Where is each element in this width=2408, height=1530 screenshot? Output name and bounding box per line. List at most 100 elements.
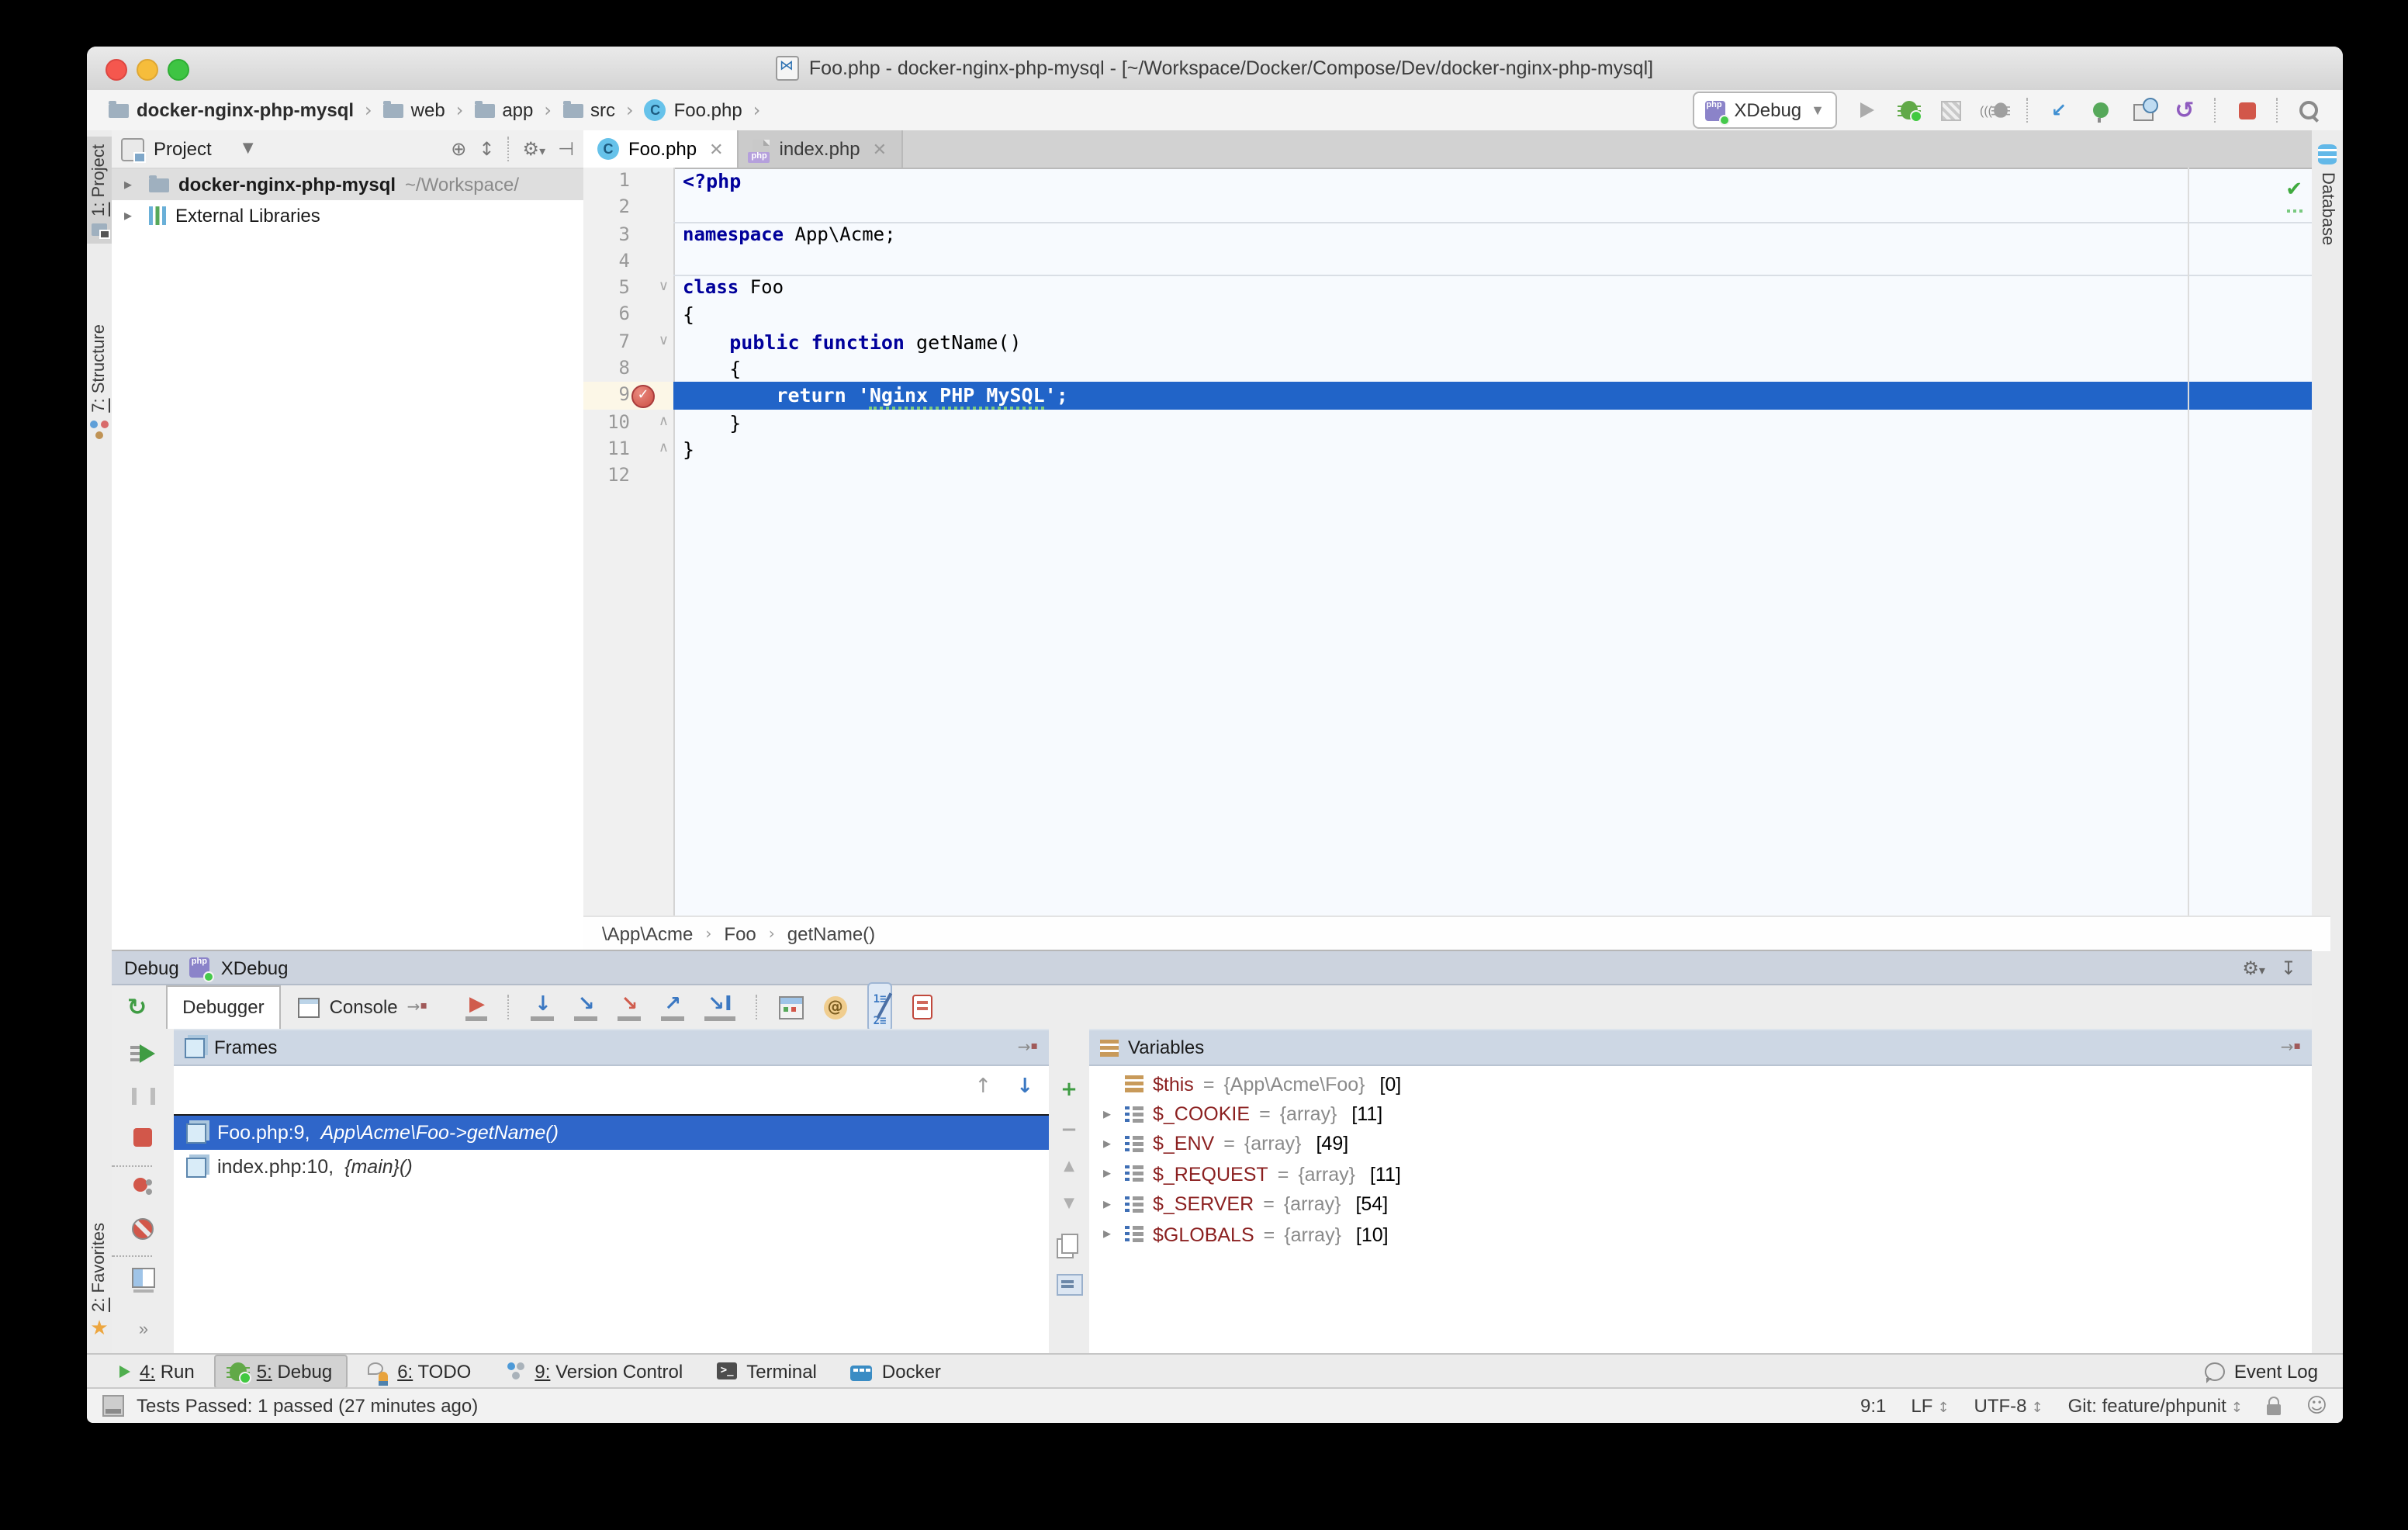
start-listening-button[interactable]: ((( — [1980, 96, 2009, 124]
code-line[interactable]: } — [673, 436, 2312, 463]
tool-window-tab-run[interactable]: 4: Run — [106, 1355, 209, 1386]
pause-button[interactable] — [112, 1088, 174, 1105]
stop-button[interactable] — [112, 1128, 174, 1147]
breadcrumb-item[interactable]: app — [471, 98, 536, 123]
view-breakpoints-button[interactable] — [913, 995, 933, 1019]
expand-arrow-icon[interactable]: ▸ — [124, 207, 140, 224]
code-line[interactable]: { — [673, 355, 2312, 382]
event-log-button[interactable]: Event Log — [2205, 1360, 2343, 1382]
show-execution-point-button[interactable]: ▶ — [466, 994, 488, 1020]
fold-marker-icon[interactable]: ∨ — [659, 276, 669, 298]
update-project-button[interactable]: ↙ — [2046, 96, 2071, 124]
step-over-button[interactable]: ↓ — [531, 994, 555, 1020]
float-panel-icon[interactable]: → — [1018, 1039, 1038, 1056]
gutter-line[interactable]: 12 — [583, 463, 673, 490]
rollback-button[interactable]: ↺ — [2172, 96, 2197, 124]
locate-file-button[interactable]: ⊕ — [451, 138, 466, 160]
search-everywhere-button[interactable] — [2296, 96, 2321, 124]
stop-button[interactable] — [2234, 96, 2259, 124]
view-breakpoints-button[interactable] — [112, 1178, 174, 1196]
gutter-line[interactable]: 9✓ — [583, 382, 673, 410]
breakpoint-icon[interactable]: ✓ — [631, 386, 655, 409]
caret-position[interactable]: 9:1 — [1860, 1395, 1886, 1417]
previous-frame-button[interactable]: ↑ — [974, 1075, 991, 1099]
mute-breakpoints-button[interactable] — [112, 1218, 174, 1240]
tab-console[interactable]: Console → — [282, 985, 445, 1030]
gutter-line[interactable]: 8 — [583, 355, 673, 382]
expand-arrow-icon[interactable]: ▸ — [1098, 1226, 1116, 1243]
gutter-line[interactable]: 1 — [583, 168, 673, 195]
sidebar-tab-project[interactable]: 1: Project — [87, 137, 112, 244]
expand-arrow-icon[interactable]: ▸ — [124, 176, 140, 193]
code-line[interactable]: namespace App\Acme; — [673, 221, 2312, 248]
expand-arrow-icon[interactable]: ▸ — [1098, 1136, 1116, 1153]
tool-window-tab-debug[interactable]: 5: Debug — [215, 1354, 348, 1388]
highlighting-level-icon[interactable]: ☺ — [2306, 1394, 2327, 1418]
gutter-line[interactable]: 10∧ — [583, 409, 673, 436]
line-ending-select[interactable]: LF — [1911, 1395, 1949, 1417]
tool-window-tab-docker[interactable]: Docker — [837, 1355, 955, 1386]
step-out-button[interactable]: ↗ — [661, 994, 684, 1020]
move-up-button[interactable]: ▲ — [1049, 1159, 1089, 1175]
breadcrumb-item[interactable]: src — [559, 98, 618, 123]
frame-row[interactable]: Foo.php:9,App\Acme\Foo->getName() — [174, 1114, 1049, 1150]
typo-marker-icon[interactable] — [2287, 205, 2302, 213]
status-message[interactable]: Tests Passed: 1 passed (27 minutes ago) — [137, 1395, 478, 1417]
add-watch-button[interactable]: + — [1049, 1078, 1089, 1102]
project-tree-item[interactable]: ▸docker-nginx-php-mysql~/Workspace/ — [112, 169, 583, 200]
gutter-line[interactable]: 7∨ — [583, 329, 673, 356]
expand-arrow-icon[interactable]: ▸ — [1098, 1106, 1116, 1123]
inspections-ok-icon[interactable]: ✔ — [2285, 180, 2302, 200]
variable-row[interactable]: $this = {App\Acme\Foo} [0] — [1089, 1069, 2312, 1099]
run-button[interactable] — [1854, 96, 1879, 124]
gutter-line[interactable]: 2 — [583, 195, 673, 222]
variable-row[interactable]: ▸$_SERVER = {array} [54] — [1089, 1189, 2312, 1220]
close-tab-icon[interactable]: ✕ — [873, 139, 887, 159]
resume-button[interactable] — [112, 1044, 174, 1063]
gutter-line[interactable]: 5∨ — [583, 275, 673, 302]
code-line[interactable] — [673, 463, 2312, 490]
frame-row[interactable]: index.php:10,{main}() — [174, 1150, 1049, 1184]
code-line[interactable]: return 'Nginx PHP MySQL'; — [673, 382, 2312, 410]
mark-object-button[interactable]: @ — [824, 995, 847, 1019]
code-line[interactable]: } — [673, 409, 2312, 436]
commit-button[interactable] — [2088, 96, 2113, 124]
breadcrumb-item[interactable]: Foo — [724, 923, 756, 945]
editor-tab[interactable]: CFoo.php✕ — [583, 130, 739, 168]
variable-row[interactable]: ▸$_REQUEST = {array} [11] — [1089, 1159, 2312, 1189]
encoding-select[interactable]: UTF-8 — [1974, 1395, 2043, 1417]
show-watches-toggle[interactable] — [1049, 1274, 1089, 1296]
expand-arrow-icon[interactable]: ▸ — [1098, 1166, 1116, 1183]
expand-arrow-icon[interactable]: ▸ — [1098, 1196, 1116, 1213]
project-tree-item[interactable]: ▸External Libraries — [112, 200, 583, 231]
sidebar-tab-favorites[interactable]: 2: Favorites ★ — [87, 1214, 112, 1347]
breadcrumb-item[interactable]: docker-nginx-php-mysql — [106, 98, 357, 123]
fold-marker-icon[interactable]: ∧ — [659, 438, 669, 459]
force-step-into-button[interactable]: ↘ — [618, 994, 642, 1020]
sidebar-tab-database[interactable]: Database — [2315, 137, 2340, 253]
run-config-select[interactable]: XDebug ▼ — [1692, 92, 1837, 129]
gear-icon[interactable]: ⚙▾ — [523, 138, 546, 160]
gutter-line[interactable]: 4 — [583, 248, 673, 275]
chevron-down-icon[interactable]: ▼ — [243, 141, 254, 157]
remove-watch-button[interactable]: − — [1049, 1119, 1089, 1142]
breadcrumb-item[interactable]: CFoo.php — [642, 98, 746, 123]
run-with-coverage-button[interactable] — [1938, 96, 1963, 124]
variable-row[interactable]: ▸$GLOBALS = {array} [10] — [1089, 1220, 2312, 1250]
titlebar[interactable]: Foo.php - docker-nginx-php-mysql - [~/Wo… — [87, 47, 2343, 92]
restore-layout-button[interactable] — [112, 1268, 174, 1288]
editor-gutter[interactable]: 12345∨67∨89✓10∧11∧12 — [583, 168, 675, 916]
step-into-button[interactable]: ↘ — [575, 994, 598, 1020]
code-line[interactable] — [673, 195, 2312, 222]
lock-icon[interactable] — [2268, 1404, 2282, 1414]
tool-window-tab-todo[interactable]: 6: TODO — [354, 1355, 485, 1386]
breadcrumb-item[interactable]: \App\Acme — [602, 923, 693, 945]
fold-marker-icon[interactable]: ∨ — [659, 331, 669, 352]
code-line[interactable]: <?php — [673, 168, 2312, 195]
code-line[interactable] — [673, 248, 2312, 275]
show-values-toggle[interactable]: 1≡ 2≡ — [867, 982, 893, 1032]
gutter-line[interactable]: 3 — [583, 221, 673, 248]
debug-button[interactable] — [1896, 96, 1921, 124]
copy-button[interactable] — [1049, 1234, 1089, 1254]
code-line[interactable]: class Foo — [673, 275, 2312, 302]
